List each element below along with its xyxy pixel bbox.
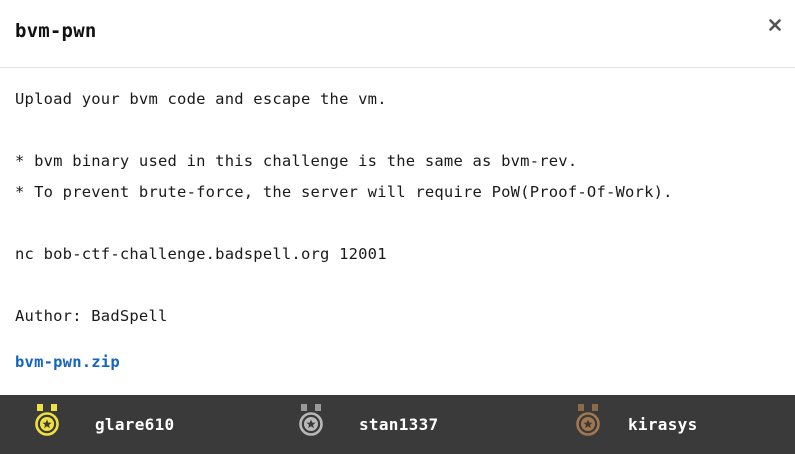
solvers-bar: glare610 stan1337 kirasys	[0, 395, 795, 454]
description-note: * To prevent brute-force, the server wil…	[15, 183, 673, 201]
close-button[interactable]	[764, 14, 786, 36]
author-line: Author: BadSpell	[15, 307, 168, 325]
solver-name: stan1337	[359, 415, 439, 434]
solver-name: glare610	[95, 415, 175, 434]
solver-name: kirasys	[628, 415, 698, 434]
connection-command: nc bob-ctf-challenge.badspell.org 12001	[15, 245, 387, 263]
modal-header: bvm-pwn	[0, 0, 795, 68]
gold-medal-icon	[35, 404, 59, 436]
close-icon	[769, 19, 781, 31]
description-line: Upload your bvm code and escape the vm.	[15, 90, 387, 108]
challenge-modal: bvm-pwn Upload your bvm code and escape …	[0, 0, 795, 454]
silver-medal-icon	[299, 404, 323, 436]
modal-title: bvm-pwn	[15, 20, 97, 42]
bronze-medal-icon	[576, 404, 600, 436]
attachment-link[interactable]: bvm-pwn.zip	[15, 353, 120, 371]
description-note: * bvm binary used in this challenge is t…	[15, 152, 578, 170]
